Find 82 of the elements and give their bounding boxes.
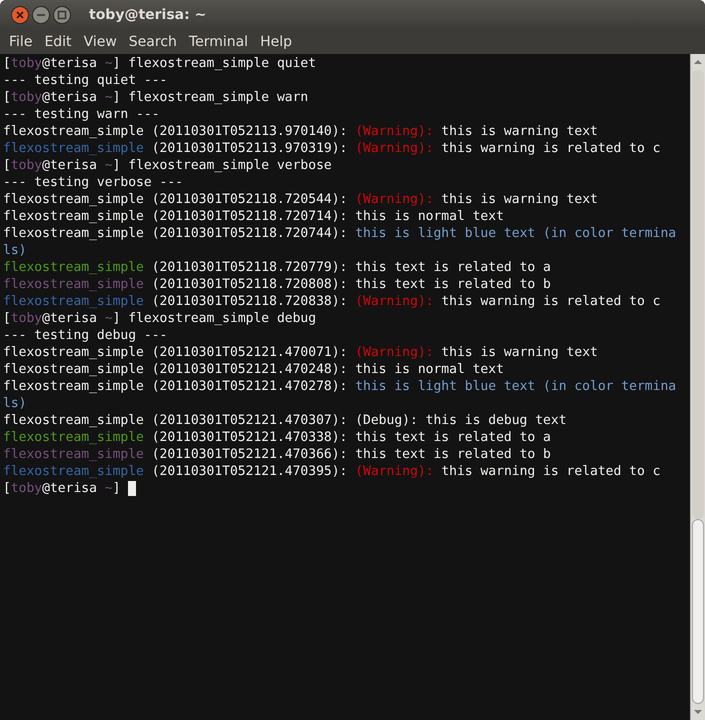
terminal-text: @terisa [42, 310, 98, 327]
terminal-text: toby [10, 480, 42, 497]
terminal-text: this is warning text [440, 123, 598, 140]
terminal-text: flexostream_simple [3, 429, 144, 446]
terminal-text: (20110301T052121.470338): this text is related to a [150, 429, 551, 446]
terminal-text: (20110301T052113.970319): [150, 140, 348, 157]
menu-item[interactable]: Help [254, 34, 298, 50]
terminal-text: (20110301T052118.720808): this text is related to b [150, 276, 551, 293]
terminal-text: flexostream_simple (20110301T052121.470307): (Debug): this is debug text [3, 412, 567, 429]
terminal-text: this is light blue text (in color termina [355, 378, 676, 395]
terminal-text: flexostream_simple [3, 276, 144, 293]
terminal-text: [ [3, 55, 11, 72]
scrollbar[interactable] [690, 54, 705, 720]
terminal-text: [ [3, 480, 11, 497]
terminal-text: --- testing warn --- [3, 106, 160, 123]
terminal-text: toby [10, 55, 42, 72]
terminal-text: (20110301T052121.470395): [150, 463, 348, 480]
terminal-text: toby [10, 310, 42, 327]
terminal-text: (Warning): [355, 293, 434, 310]
terminal-text: this is light blue text (in color termina [355, 225, 676, 242]
terminal-text: @terisa [42, 480, 98, 497]
scroll-up-icon[interactable] [693, 57, 703, 67]
terminal-text: ] flexostream_simple debug [112, 310, 316, 327]
menu-item[interactable]: Edit [38, 34, 78, 50]
terminal-text: flexostream_simple (20110301T052121.470278): [3, 378, 348, 395]
terminal-text: @terisa [42, 89, 98, 106]
terminal-text: (Warning): [355, 123, 434, 140]
menu-item[interactable]: File [3, 34, 38, 50]
terminal-text: flexostream_simple (20110301T052118.720714): this is normal text [3, 208, 504, 225]
terminal-text: flexostream_simple [3, 446, 144, 463]
terminal-text: ] flexostream_simple warn [112, 89, 308, 106]
terminal-text: --- testing debug --- [3, 327, 168, 344]
text-cursor [128, 481, 136, 496]
minimize-icon[interactable] [32, 6, 50, 24]
terminal-text: this is warning text [440, 191, 598, 208]
terminal-text: @terisa [42, 157, 98, 174]
terminal-text: ] flexostream_simple quiet [112, 55, 316, 72]
terminal-text: ] flexostream_simple verbose [112, 157, 332, 174]
terminal-text: (20110301T052118.720779): this text is related to a [150, 259, 551, 276]
terminal-text: ~ [104, 480, 113, 497]
terminal-text: this is warning text [440, 344, 598, 361]
terminal-text: [ [3, 89, 11, 106]
window-title: toby@terisa: ~ [89, 7, 206, 23]
terminal-text: this warning is related to c [440, 293, 660, 310]
terminal-text: --- testing verbose --- [3, 174, 184, 191]
terminal-text: (Warning): [355, 463, 434, 480]
terminal-text: flexostream_simple (20110301T052121.470248): this is normal text [3, 361, 504, 378]
terminal-text: ls) [3, 395, 26, 412]
terminal-text: toby [10, 89, 42, 106]
terminal-text: (Warning): [355, 191, 434, 208]
terminal-text: flexostream_simple (20110301T052118.720544): [3, 191, 348, 208]
terminal-text: (20110301T052118.720838): [150, 293, 348, 310]
terminal-text: flexostream_simple [3, 463, 144, 480]
terminal-text: ~ [104, 89, 113, 106]
terminal-text: this warning is related to c [440, 140, 660, 157]
terminal-text: this warning is related to c [440, 463, 660, 480]
terminal-text: ~ [104, 310, 113, 327]
terminal-text: [ [3, 157, 11, 174]
terminal-text: (Warning): [355, 344, 434, 361]
terminal-text: --- testing quiet --- [3, 72, 168, 89]
scrollbar-thumb[interactable] [692, 519, 704, 704]
terminal-text: (Warning): [355, 140, 434, 157]
terminal-text: flexostream_simple (20110301T052118.720744): [3, 225, 348, 242]
terminal-text: ~ [104, 55, 113, 72]
menu-item[interactable]: Terminal [182, 34, 254, 50]
terminal-text: ~ [104, 157, 113, 174]
scroll-down-icon[interactable] [693, 707, 703, 717]
terminal-text: flexostream_simple (20110301T052121.470071): [3, 344, 348, 361]
terminal-text: flexostream_simple [3, 259, 144, 276]
terminal-text: [ [3, 310, 11, 327]
menu-item[interactable]: Search [122, 34, 183, 50]
terminal-text: toby [10, 157, 42, 174]
terminal-text: ls) [3, 242, 26, 259]
terminal-text: flexostream_simple [3, 140, 144, 157]
close-icon[interactable] [11, 6, 29, 24]
terminal-text: (20110301T052121.470366): this text is related to b [150, 446, 551, 463]
maximize-icon[interactable] [53, 6, 71, 24]
menu-item[interactable]: View [78, 34, 123, 50]
terminal-text: ] [112, 480, 120, 497]
terminal-text: @terisa [42, 55, 98, 72]
terminal-text: flexostream_simple [3, 293, 144, 310]
terminal-text: flexostream_simple (20110301T052113.970140): [3, 123, 348, 140]
